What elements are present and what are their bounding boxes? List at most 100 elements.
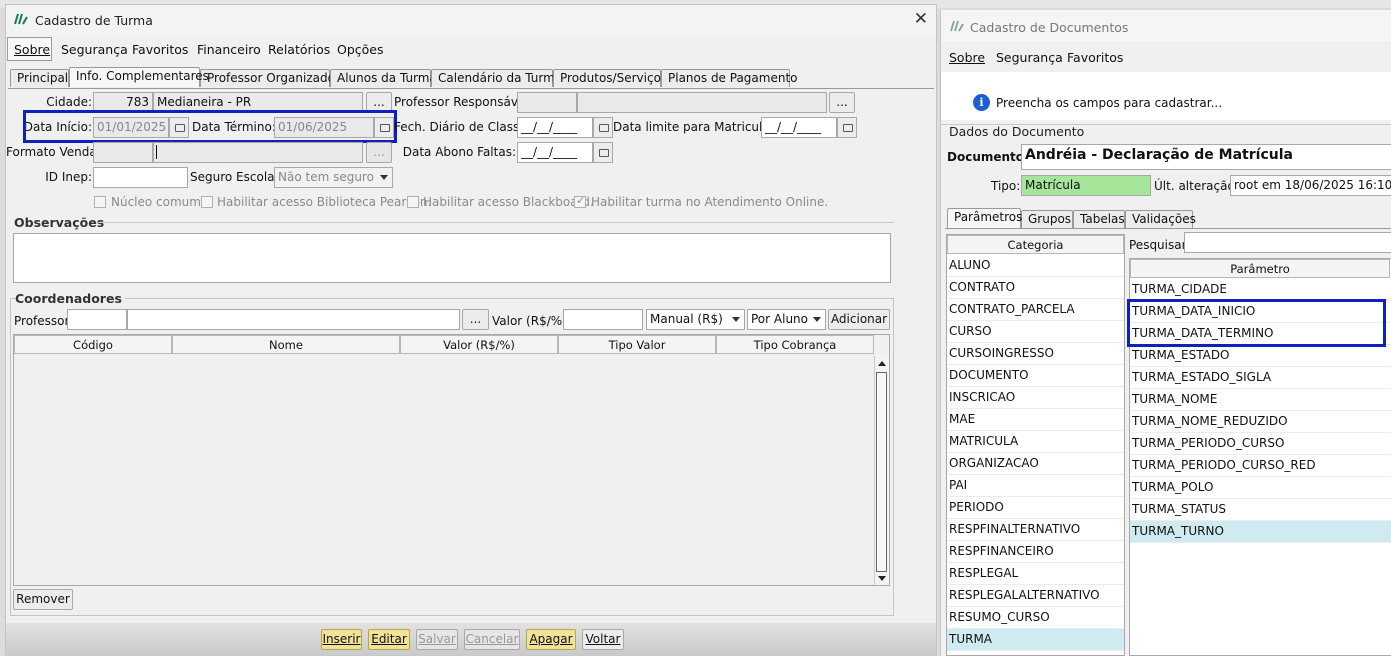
menu-opcoes[interactable]: Opções <box>337 42 384 57</box>
categoria-item[interactable]: TURMA <box>947 629 1124 651</box>
professor-responsavel-name-field[interactable] <box>577 92 827 113</box>
parametro-item[interactable]: TURMA_POLO <box>1130 477 1391 499</box>
col-codigo-header[interactable]: Código <box>14 335 172 354</box>
col-tipo-valor-header[interactable]: Tipo Valor <box>558 335 716 354</box>
tab-calendario-da-turma[interactable]: Calendário da Turma <box>431 69 562 87</box>
formato-venda-search-button[interactable]: ... <box>366 142 392 163</box>
tab-planos-de-pagamento[interactable]: Planos de Pagamento <box>661 69 798 87</box>
nucleo-comum-label: Núcleo comum. <box>111 195 205 209</box>
tab-parametros[interactable]: Parâmetros <box>947 208 1022 228</box>
inserir-button[interactable]: Inserir <box>321 629 362 650</box>
categoria-item[interactable]: DOCUMENTO <box>947 365 1124 387</box>
tab-produtos-servicos[interactable]: Produtos/Serviços <box>553 69 667 87</box>
col-valor-header[interactable]: Valor (R$/%) <box>400 335 558 354</box>
menu-seguranca[interactable]: Segurança <box>61 42 128 57</box>
categoria-item[interactable]: RESUMO_CURSO <box>947 607 1124 629</box>
parametro-item[interactable]: TURMA_PERIODO_CURSO <box>1130 433 1391 455</box>
categoria-item[interactable]: INSCRICAO <box>947 387 1124 409</box>
parametro-item[interactable]: TURMA_NOME_REDUZIDO <box>1130 411 1391 433</box>
salvar-button[interactable]: Salvar <box>416 629 458 650</box>
tab-tabelas[interactable]: Tabelas <box>1073 210 1125 228</box>
coord-adicionar-button[interactable]: Adicionar <box>828 309 890 330</box>
turma-titlebar[interactable]: Cadastro de Turma ✕ <box>6 5 936 35</box>
tipo-field[interactable]: Matrícula <box>1021 175 1151 196</box>
categoria-item[interactable]: CONTRATO_PARCELA <box>947 299 1124 321</box>
categoria-item[interactable]: CONTRATO <box>947 277 1124 299</box>
categoria-item[interactable]: ORGANIZACAO <box>947 453 1124 475</box>
tab-alunos-da-turma[interactable]: Alunos da Turma <box>330 69 437 87</box>
fech-diario-calendar-icon[interactable] <box>593 117 613 138</box>
categoria-item[interactable]: PERIODO <box>947 497 1124 519</box>
scroll-thumb[interactable] <box>876 372 887 572</box>
categoria-header[interactable]: Categoria <box>947 235 1124 254</box>
categoria-item[interactable]: RESPFINALTERNATIVO <box>947 519 1124 541</box>
tab-validacoes[interactable]: Validações <box>1125 210 1196 228</box>
table-scrollbar[interactable] <box>874 355 889 585</box>
coord-professor-code-field[interactable] <box>67 309 127 330</box>
editar-button[interactable]: Editar <box>368 629 410 650</box>
nucleo-comum-checkbox[interactable] <box>94 196 106 208</box>
close-icon[interactable]: ✕ <box>914 9 928 29</box>
menu-sobre[interactable]: Sobre <box>14 42 50 57</box>
categoria-item[interactable]: MAE <box>947 409 1124 431</box>
voltar-button[interactable]: Voltar <box>582 629 624 650</box>
tab-grupos[interactable]: Grupos <box>1021 210 1073 228</box>
coord-valor-label: Valor (R$/%): <box>492 314 571 328</box>
tab-info-complementares[interactable]: Info. Complementares <box>69 67 209 87</box>
categoria-item[interactable]: MATRICULA <box>947 431 1124 453</box>
formato-venda-code-field[interactable] <box>93 142 153 163</box>
data-abono-field[interactable]: __/__/____ <box>517 142 593 163</box>
categoria-item[interactable]: RESPFINANCEIRO <box>947 541 1124 563</box>
professor-responsavel-code-field[interactable] <box>517 92 577 113</box>
parametro-item[interactable]: TURMA_PERIODO_CURSO_RED <box>1130 455 1391 477</box>
parametro-item[interactable]: TURMA_NOME <box>1130 389 1391 411</box>
biblioteca-pearson-checkbox[interactable] <box>201 196 213 208</box>
categoria-item[interactable]: RESPLEGALALTERNATIVO <box>947 585 1124 607</box>
coord-tipo-cobranca-select[interactable]: Por Aluno <box>747 309 826 330</box>
categoria-item[interactable]: CURSOINGRESSO <box>947 343 1124 365</box>
menu-financeiro[interactable]: Financeiro <box>197 42 261 57</box>
parametro-header[interactable]: Parâmetro <box>1130 259 1390 278</box>
fech-diario-field[interactable]: __/__/____ <box>517 117 593 138</box>
parametro-item[interactable]: TURMA_ESTADO_SIGLA <box>1130 367 1391 389</box>
pesquisar-input[interactable] <box>1184 232 1391 253</box>
observacoes-textarea[interactable] <box>13 233 891 283</box>
id-inep-field[interactable] <box>93 167 188 188</box>
blackboard-checkbox[interactable] <box>407 196 419 208</box>
categoria-item[interactable]: RESPLEGAL <box>947 563 1124 585</box>
parametro-item[interactable]: TURMA_TURNO <box>1130 521 1391 543</box>
coord-valor-field[interactable] <box>563 309 643 330</box>
seguro-escolar-select[interactable]: Não tem seguro <box>274 167 393 188</box>
menu-relatorios[interactable]: Relatórios <box>268 42 330 57</box>
coord-remover-button[interactable]: Remover <box>13 589 73 610</box>
col-nome-header[interactable]: Nome <box>172 335 400 354</box>
scroll-down-icon[interactable] <box>878 576 886 581</box>
parametro-item[interactable]: TURMA_ESTADO <box>1130 345 1391 367</box>
atendimento-online-checkbox[interactable] <box>574 194 586 208</box>
categoria-item[interactable]: CURSO <box>947 321 1124 343</box>
data-abono-calendar-icon[interactable] <box>593 142 613 163</box>
tab-principal[interactable]: Principal <box>10 69 69 87</box>
col-tipo-cobranca-header[interactable]: Tipo Cobrança <box>716 335 874 354</box>
data-limite-field[interactable]: __/__/____ <box>761 117 837 138</box>
coord-professor-name-field[interactable] <box>127 309 460 330</box>
professor-responsavel-search-button[interactable]: ... <box>829 92 855 113</box>
menu-favoritos[interactable]: Favoritos <box>132 42 188 57</box>
categoria-item[interactable]: ALUNO <box>947 255 1124 277</box>
doc-menu-sobre[interactable]: Sobre <box>949 50 985 65</box>
scroll-up-icon[interactable] <box>878 361 886 366</box>
categoria-item[interactable]: PAI <box>947 475 1124 497</box>
cancelar-button[interactable]: Cancelar <box>464 629 520 650</box>
coord-tipo-valor-select[interactable]: Manual (R$) <box>646 309 745 330</box>
parametro-item[interactable]: TURMA_CIDADE <box>1130 279 1391 301</box>
data-limite-calendar-icon[interactable] <box>837 117 857 138</box>
doc-menu-favoritos[interactable]: Favoritos <box>1067 50 1123 65</box>
apagar-button[interactable]: Apagar <box>526 629 576 650</box>
tab-professor-organizador[interactable]: Professor Organizador <box>200 69 340 87</box>
parametro-item[interactable]: TURMA_STATUS <box>1130 499 1391 521</box>
formato-venda-name-field[interactable] <box>153 142 363 163</box>
documentos-titlebar[interactable]: Cadastro de Documentos <box>941 10 1391 42</box>
coord-professor-search-button[interactable]: ... <box>462 309 489 330</box>
doc-menu-seguranca[interactable]: Segurança <box>996 50 1063 65</box>
documento-field[interactable]: Andréia - Declaração de Matrícula <box>1021 144 1391 170</box>
